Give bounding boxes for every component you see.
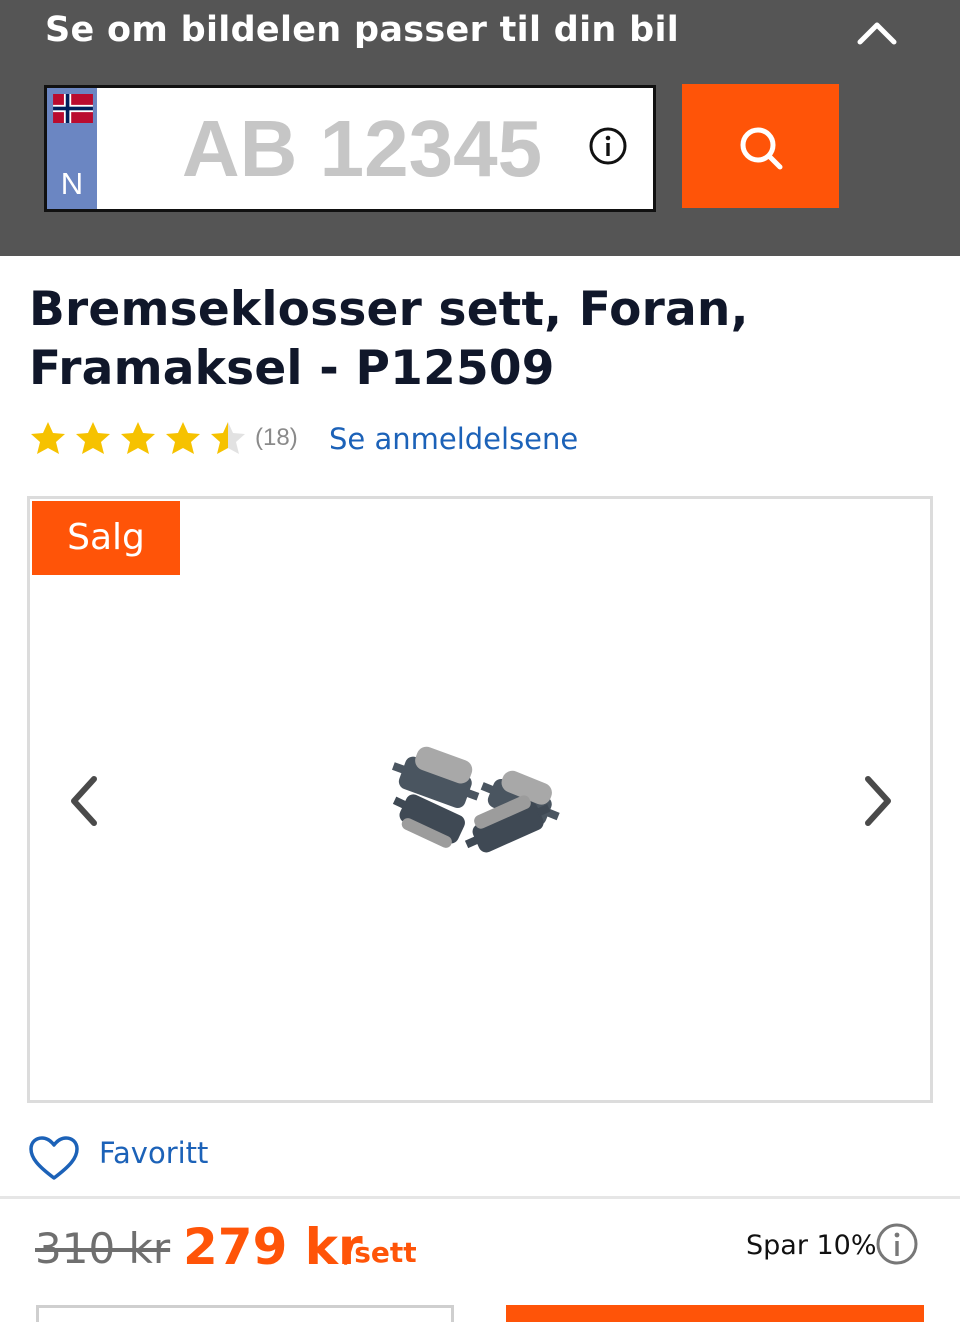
review-count: (18) xyxy=(255,424,298,451)
norway-flag-icon xyxy=(53,94,93,123)
favorite-label: Favoritt xyxy=(99,1136,209,1170)
search-button[interactable] xyxy=(682,84,839,208)
fit-check-title: Se om bildelen passer til din bil xyxy=(45,10,680,50)
star-icon xyxy=(121,422,155,454)
star-icon xyxy=(31,422,65,454)
search-icon xyxy=(740,127,783,170)
fit-check-panel: Se om bildelen passer til din bil N xyxy=(0,0,960,256)
star-icon xyxy=(76,422,110,454)
rating-row: (18) Se anmeldelsene xyxy=(29,420,669,462)
brake-pads-image xyxy=(391,746,560,853)
heart-icon xyxy=(29,1136,79,1180)
quantity-selector[interactable] xyxy=(36,1305,454,1322)
gallery-next-button[interactable] xyxy=(852,769,902,833)
gallery-prev-button[interactable] xyxy=(60,769,110,833)
see-reviews-link[interactable]: Se anmeldelsene xyxy=(329,422,578,456)
half-star-icon xyxy=(211,422,245,454)
chevron-left-icon xyxy=(71,776,97,826)
original-price: 310 kr xyxy=(35,1224,171,1273)
star-rating xyxy=(31,422,245,454)
star-icon xyxy=(166,422,200,454)
favorite-button[interactable]: Favoritt xyxy=(28,1134,248,1184)
plate-info-button[interactable] xyxy=(585,123,631,169)
section-divider xyxy=(0,1196,960,1199)
info-icon xyxy=(876,1223,918,1265)
savings-info-button[interactable] xyxy=(875,1222,919,1266)
collapse-button[interactable] xyxy=(852,10,902,54)
info-icon xyxy=(589,127,627,165)
chevron-up-icon xyxy=(857,22,897,45)
price-unit: /sett xyxy=(344,1236,417,1269)
plate-country-code: N xyxy=(60,166,84,201)
sale-price: 279 kr xyxy=(183,1218,363,1276)
chevron-right-icon xyxy=(865,776,891,826)
product-gallery: Salg xyxy=(27,496,933,1103)
license-plate-field: N xyxy=(44,85,656,212)
sale-badge: Salg xyxy=(32,501,180,575)
plate-country-band: N xyxy=(47,88,97,209)
product-title: Bremseklosser sett, Foran, Framaksel - P… xyxy=(29,282,749,396)
license-plate-input[interactable] xyxy=(107,94,617,204)
savings-text: Spar 10% xyxy=(746,1230,877,1261)
add-to-cart-button[interactable] xyxy=(506,1305,924,1322)
